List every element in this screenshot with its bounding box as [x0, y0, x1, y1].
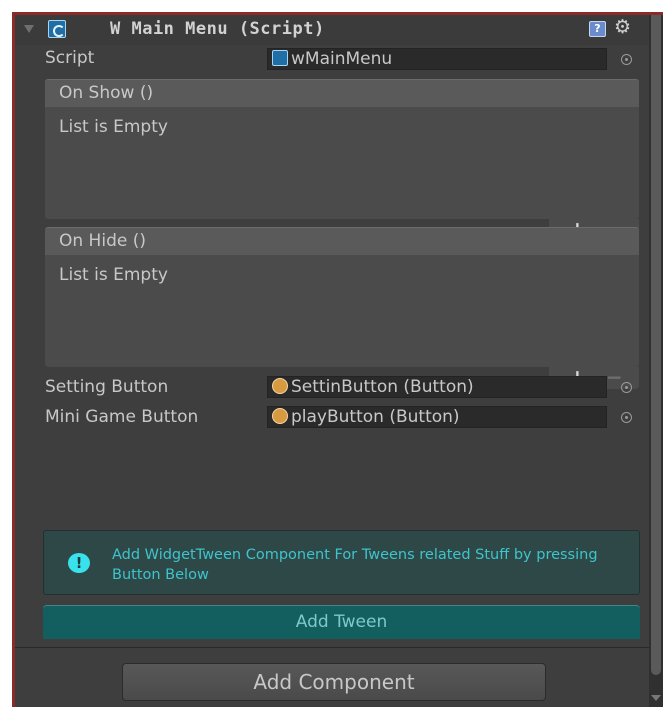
on-show-empty-text: List is Empty	[59, 117, 168, 137]
component-title: W Main Menu (Script)	[110, 19, 325, 39]
on-hide-remove-button[interactable]: −	[606, 367, 623, 387]
info-helpbox: ! Add WidgetTween Component For Tweens r…	[43, 530, 640, 595]
gear-icon[interactable]: ⚙	[614, 16, 631, 38]
on-show-list: List is Empty	[45, 107, 639, 219]
on-show-event: On Show () List is Empty + −	[45, 79, 639, 243]
on-hide-empty-text: List is Empty	[59, 265, 168, 285]
button-object-icon	[272, 378, 288, 394]
add-tween-button[interactable]: Add Tween	[43, 605, 640, 639]
on-hide-event: On Hide () List is Empty + −	[45, 227, 639, 391]
component-header[interactable]: W Main Menu (Script) ? ⚙	[15, 15, 652, 45]
setting-button-value: SettinButton (Button)	[291, 377, 474, 397]
add-component-button[interactable]: Add Component	[122, 663, 546, 701]
mini-game-button-label: Mini Game Button	[45, 407, 199, 427]
script-field[interactable]: wMainMenu	[267, 48, 607, 70]
setting-button-field[interactable]: SettinButton (Button)	[267, 376, 607, 398]
mini-game-button-value: playButton (Button)	[291, 407, 460, 427]
foldout-arrow-icon[interactable]	[24, 25, 34, 33]
script-file-icon	[272, 50, 288, 66]
help-book-icon[interactable]: ?	[589, 21, 606, 37]
on-hide-list: List is Empty	[45, 255, 639, 367]
vertical-scrollbar[interactable]	[649, 15, 663, 707]
section-divider	[15, 647, 652, 648]
setting-button-label: Setting Button	[45, 377, 169, 397]
inspector-window: W Main Menu (Script) ? ⚙ Script wMainMen…	[12, 12, 663, 707]
mini-game-button-picker-icon[interactable]	[621, 412, 632, 423]
on-show-header: On Show ()	[45, 79, 639, 107]
script-picker-icon[interactable]	[621, 54, 632, 65]
mini-game-button-field[interactable]: playButton (Button)	[267, 406, 607, 428]
setting-button-picker-icon[interactable]	[621, 382, 632, 393]
script-component-icon	[48, 20, 66, 38]
scrollbar-thumb[interactable]	[651, 15, 661, 675]
on-hide-header: On Hide ()	[45, 227, 639, 255]
exclamation-icon: !	[68, 553, 90, 573]
script-field-value: wMainMenu	[291, 49, 393, 69]
info-text: Add WidgetTween Component For Tweens rel…	[112, 547, 598, 583]
button-object-icon	[272, 408, 288, 424]
scroll-down-arrow-icon[interactable]	[651, 695, 661, 701]
script-label: Script	[45, 48, 95, 68]
